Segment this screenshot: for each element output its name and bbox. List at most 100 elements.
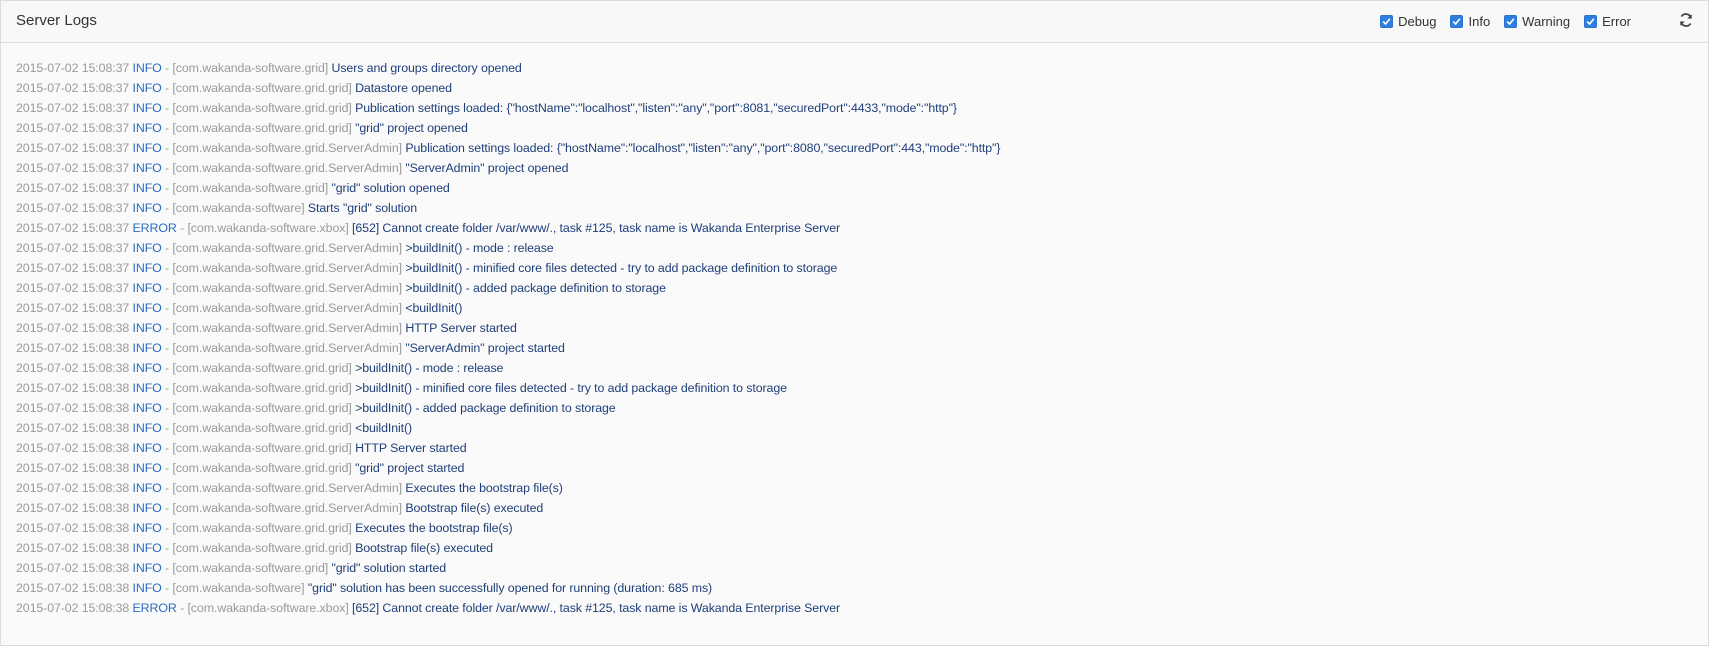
log-source: [com.wakanda-software.grid.ServerAdmin] <box>172 301 402 315</box>
log-entry: 2015-07-02 15:08:38 INFO - [com.wakanda-… <box>16 338 1698 358</box>
log-timestamp: 2015-07-02 15:08:37 <box>16 181 130 195</box>
log-timestamp: 2015-07-02 15:08:37 <box>16 221 130 235</box>
log-entry: 2015-07-02 15:08:37 INFO - [com.wakanda-… <box>16 198 1698 218</box>
log-separator: - <box>161 261 173 275</box>
log-level: INFO <box>132 121 162 135</box>
log-timestamp: 2015-07-02 15:08:37 <box>16 161 130 175</box>
filter-error[interactable]: Error <box>1584 14 1631 29</box>
log-source: [com.wakanda-software.grid.ServerAdmin] <box>172 501 402 515</box>
log-message: HTTP Server started <box>405 321 517 335</box>
log-source: [com.wakanda-software.grid.grid] <box>172 541 352 555</box>
log-separator: - <box>161 161 173 175</box>
log-level: INFO <box>132 441 162 455</box>
log-entry: 2015-07-02 15:08:37 INFO - [com.wakanda-… <box>16 98 1698 118</box>
panel-header: Server Logs Debug Info Warning Error <box>1 1 1708 43</box>
log-entry: 2015-07-02 15:08:38 INFO - [com.wakanda-… <box>16 378 1698 398</box>
log-message: Datastore opened <box>355 81 452 95</box>
log-entry: 2015-07-02 15:08:38 INFO - [com.wakanda-… <box>16 458 1698 478</box>
log-source: [com.wakanda-software.grid.ServerAdmin] <box>172 261 402 275</box>
log-source: [com.wakanda-software.xbox] <box>187 601 349 615</box>
log-timestamp: 2015-07-02 15:08:37 <box>16 81 130 95</box>
log-timestamp: 2015-07-02 15:08:37 <box>16 101 130 115</box>
log-level: INFO <box>132 501 162 515</box>
log-level: INFO <box>132 381 162 395</box>
log-separator: - <box>176 601 188 615</box>
log-message: Executes the bootstrap file(s) <box>355 521 513 535</box>
log-level: INFO <box>132 541 162 555</box>
log-entry: 2015-07-02 15:08:38 INFO - [com.wakanda-… <box>16 438 1698 458</box>
log-message: "grid" solution opened <box>331 181 450 195</box>
log-level: INFO <box>132 201 162 215</box>
log-timestamp: 2015-07-02 15:08:37 <box>16 61 130 75</box>
log-separator: - <box>161 481 173 495</box>
log-separator: - <box>161 401 173 415</box>
log-level: INFO <box>132 581 162 595</box>
warning-checkbox[interactable] <box>1504 15 1518 28</box>
log-entry: 2015-07-02 15:08:38 INFO - [com.wakanda-… <box>16 538 1698 558</box>
log-entry: 2015-07-02 15:08:38 INFO - [com.wakanda-… <box>16 558 1698 578</box>
log-separator: - <box>176 221 188 235</box>
log-separator: - <box>161 241 173 255</box>
log-separator: - <box>161 461 173 475</box>
log-message: Starts "grid" solution <box>307 201 418 215</box>
log-separator: - <box>161 201 173 215</box>
log-entry: 2015-07-02 15:08:37 INFO - [com.wakanda-… <box>16 178 1698 198</box>
log-separator: - <box>161 61 173 75</box>
log-level: INFO <box>132 401 162 415</box>
log-level: INFO <box>132 321 162 335</box>
log-message: HTTP Server started <box>355 441 467 455</box>
log-list: 2015-07-02 15:08:37 INFO - [com.wakanda-… <box>16 58 1698 618</box>
log-separator: - <box>161 181 173 195</box>
log-timestamp: 2015-07-02 15:08:38 <box>16 441 130 455</box>
log-separator: - <box>161 501 173 515</box>
filter-debug[interactable]: Debug <box>1380 14 1436 29</box>
log-level: INFO <box>132 61 162 75</box>
log-level: INFO <box>132 261 162 275</box>
log-source: [com.wakanda-software.grid] <box>172 181 329 195</box>
log-message: Publication settings loaded: {"hostName"… <box>405 141 1001 155</box>
log-level: INFO <box>132 81 162 95</box>
refresh-icon[interactable] <box>1678 12 1694 28</box>
log-message: >buildInit() - minified core files detec… <box>355 381 787 395</box>
log-entry: 2015-07-02 15:08:38 INFO - [com.wakanda-… <box>16 478 1698 498</box>
log-message: >buildInit() - mode : release <box>405 241 554 255</box>
log-message: >buildInit() - mode : release <box>355 361 504 375</box>
filter-label: Debug <box>1398 14 1437 29</box>
log-level: INFO <box>132 141 162 155</box>
log-message: Publication settings loaded: {"hostName"… <box>355 101 957 115</box>
filter-label: Error <box>1602 14 1631 29</box>
filter-warning[interactable]: Warning <box>1504 14 1570 29</box>
log-entry: 2015-07-02 15:08:38 INFO - [com.wakanda-… <box>16 578 1698 598</box>
log-entry: 2015-07-02 15:08:37 INFO - [com.wakanda-… <box>16 138 1698 158</box>
log-source: [com.wakanda-software.grid.ServerAdmin] <box>172 241 402 255</box>
log-separator: - <box>161 581 173 595</box>
log-level: INFO <box>132 241 162 255</box>
log-separator: - <box>161 341 173 355</box>
error-checkbox[interactable] <box>1584 15 1598 28</box>
log-entry: 2015-07-02 15:08:37 INFO - [com.wakanda-… <box>16 278 1698 298</box>
log-level: INFO <box>132 481 162 495</box>
log-level: INFO <box>132 361 162 375</box>
log-separator: - <box>161 561 173 575</box>
log-entry: 2015-07-02 15:08:37 INFO - [com.wakanda-… <box>16 118 1698 138</box>
log-level: INFO <box>132 181 162 195</box>
log-timestamp: 2015-07-02 15:08:38 <box>16 601 130 615</box>
server-logs-panel: Server Logs Debug Info Warning Error 201… <box>0 0 1709 646</box>
log-timestamp: 2015-07-02 15:08:37 <box>16 201 130 215</box>
log-timestamp: 2015-07-02 15:08:38 <box>16 361 130 375</box>
filter-info[interactable]: Info <box>1450 14 1490 29</box>
log-entry: 2015-07-02 15:08:37 INFO - [com.wakanda-… <box>16 78 1698 98</box>
debug-checkbox[interactable] <box>1380 15 1394 28</box>
log-message: >buildInit() - added package definition … <box>355 401 616 415</box>
log-source: [com.wakanda-software.grid.grid] <box>172 521 352 535</box>
log-timestamp: 2015-07-02 15:08:38 <box>16 501 130 515</box>
log-message: Bootstrap file(s) executed <box>355 541 493 555</box>
log-timestamp: 2015-07-02 15:08:38 <box>16 421 130 435</box>
log-timestamp: 2015-07-02 15:08:38 <box>16 341 130 355</box>
log-source: [com.wakanda-software.grid] <box>172 561 329 575</box>
log-separator: - <box>161 421 173 435</box>
log-separator: - <box>161 541 173 555</box>
info-checkbox[interactable] <box>1450 15 1464 28</box>
log-separator: - <box>161 321 173 335</box>
log-timestamp: 2015-07-02 15:08:38 <box>16 381 130 395</box>
